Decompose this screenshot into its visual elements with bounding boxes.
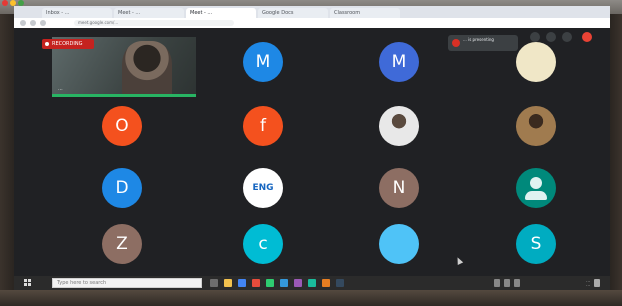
- self-video-name: ...: [58, 86, 63, 92]
- toast-text: ... is presenting: [463, 37, 494, 42]
- presenting-toast[interactable]: ... is presenting: [448, 35, 518, 51]
- app-icon[interactable]: [308, 279, 316, 287]
- participant-initial: M: [391, 52, 407, 72]
- participant-initial: D: [115, 178, 129, 198]
- windows-start-icon[interactable]: [24, 279, 32, 287]
- app-icon[interactable]: [266, 279, 274, 287]
- volume-icon[interactable]: [504, 279, 510, 287]
- battery-icon[interactable]: [514, 279, 520, 287]
- chrome-icon[interactable]: [238, 279, 246, 287]
- participant-tile[interactable]: [379, 224, 419, 264]
- notifications-icon[interactable]: [594, 279, 600, 287]
- participant-tile[interactable]: D: [102, 168, 142, 208]
- file-explorer-icon[interactable]: [224, 279, 232, 287]
- windows-taskbar: Type here to search ... ...: [14, 276, 610, 290]
- browser-tab[interactable]: Meet - ...: [114, 8, 184, 18]
- participant-tile[interactable]: M: [379, 42, 419, 82]
- browser-tab-bar: Inbox - ... Meet - ... Meet - ... Google…: [14, 6, 610, 18]
- participant-tile[interactable]: ENG: [243, 168, 283, 208]
- participant-initial: S: [530, 234, 542, 254]
- monitor-bezel-bottom: [0, 290, 622, 306]
- participant-initial: ENG: [252, 183, 274, 193]
- participant-initial: M: [255, 52, 271, 72]
- default-avatar-body: [525, 191, 547, 200]
- participant-tile[interactable]: [516, 168, 556, 208]
- chat-icon[interactable]: [546, 32, 556, 42]
- browser-tab[interactable]: Google Docs: [258, 8, 328, 18]
- reload-icon[interactable]: [40, 20, 46, 26]
- red-icon: [2, 0, 8, 6]
- participant-tile[interactable]: S: [516, 224, 556, 264]
- browser-tab[interactable]: Inbox - ...: [42, 8, 112, 18]
- participant-tile[interactable]: N: [379, 168, 419, 208]
- participant-initial: c: [258, 234, 268, 254]
- app-icon[interactable]: [336, 279, 344, 287]
- participant-tile[interactable]: f: [243, 106, 283, 146]
- back-icon[interactable]: [20, 20, 26, 26]
- app-icon[interactable]: [280, 279, 288, 287]
- activities-icon[interactable]: [562, 32, 572, 42]
- participant-initial: N: [392, 178, 406, 198]
- url-field[interactable]: meet.google.com/...: [74, 20, 234, 26]
- participant-tile[interactable]: [516, 42, 556, 82]
- active-speaker-bar: [52, 94, 196, 97]
- people-icon[interactable]: [530, 32, 540, 42]
- presenter-video: [122, 41, 172, 97]
- present-icon: [452, 39, 460, 47]
- participant-tile[interactable]: M: [243, 42, 283, 82]
- participant-initial: Z: [116, 234, 128, 254]
- forward-icon[interactable]: [30, 20, 36, 26]
- monitor-bezel-left: [0, 14, 14, 290]
- participant-tile[interactable]: c: [243, 224, 283, 264]
- participant-tile[interactable]: O: [102, 106, 142, 146]
- clock-date: ...: [586, 282, 590, 287]
- browser-tab-active[interactable]: Meet - ...: [186, 8, 256, 18]
- address-bar-row: meet.google.com/...: [14, 18, 610, 28]
- recording-badge: RECORDING: [42, 39, 94, 49]
- participant-tile[interactable]: [516, 106, 556, 146]
- app-icon[interactable]: [322, 279, 330, 287]
- app-icon[interactable]: [294, 279, 302, 287]
- app-icon[interactable]: [252, 279, 260, 287]
- default-avatar-icon: [530, 177, 542, 189]
- leave-call-icon[interactable]: [582, 32, 592, 42]
- participant-tile[interactable]: Z: [102, 224, 142, 264]
- participant-tile[interactable]: [379, 106, 419, 146]
- screen: Inbox - ... Meet - ... Meet - ... Google…: [14, 6, 610, 290]
- browser-tab[interactable]: Classroom: [330, 8, 400, 18]
- monitor-bezel-right: [610, 14, 622, 290]
- participant-initial: f: [260, 116, 266, 136]
- participant-initial: O: [115, 116, 129, 136]
- clock[interactable]: ... ...: [562, 279, 590, 287]
- task-view-icon[interactable]: [210, 279, 218, 287]
- network-icon[interactable]: [494, 279, 500, 287]
- taskbar-search-field[interactable]: Type here to search: [52, 278, 202, 288]
